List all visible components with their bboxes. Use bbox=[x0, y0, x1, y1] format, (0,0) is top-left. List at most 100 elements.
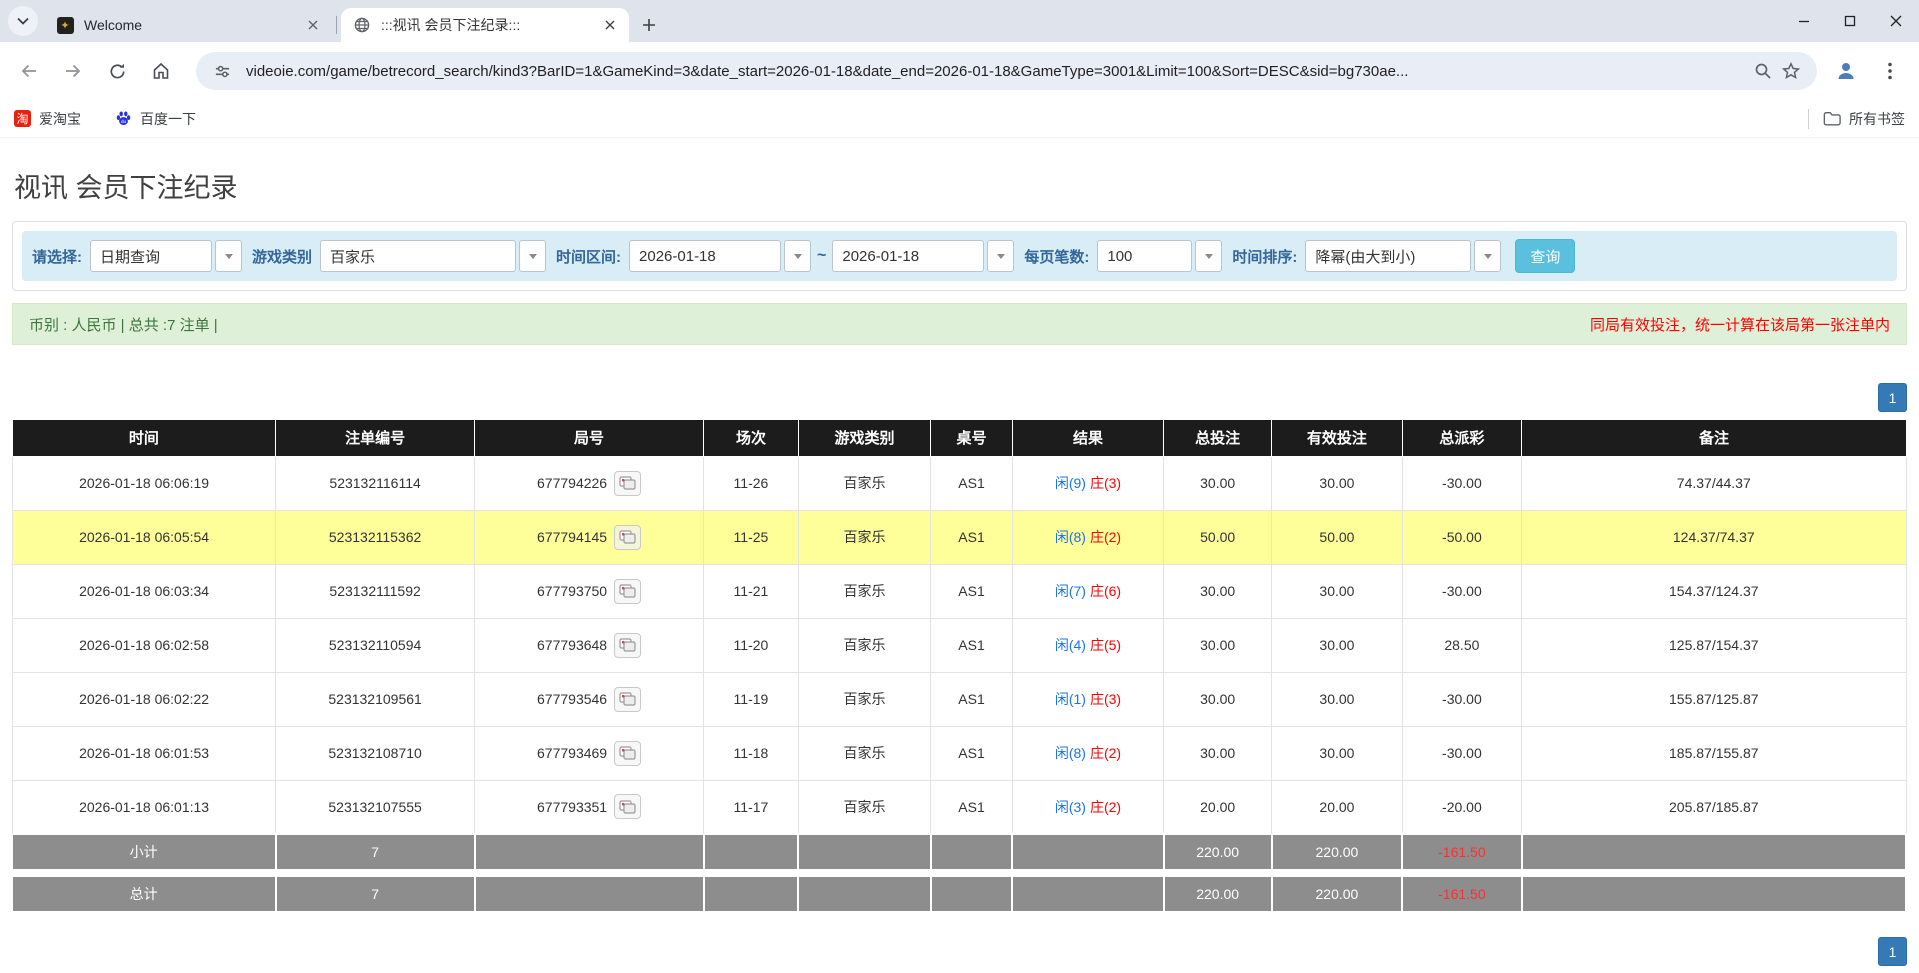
bookmark-baidu[interactable]: du 百度一下 bbox=[115, 109, 196, 129]
date-range-label: 时间区间: bbox=[556, 246, 621, 267]
reload-button[interactable] bbox=[98, 52, 136, 90]
combo-arrow-icon[interactable] bbox=[215, 240, 242, 272]
cell-valid-bet: 30.00 bbox=[1272, 618, 1403, 672]
footer-cell-6 bbox=[1012, 876, 1163, 911]
game-detail-button[interactable] bbox=[614, 741, 641, 766]
game-kind-value[interactable]: 百家乐 bbox=[320, 240, 516, 272]
page-1-button[interactable]: 1 bbox=[1878, 383, 1907, 412]
cell-bet-id: 523132115362 bbox=[276, 510, 475, 564]
plus-icon bbox=[642, 18, 656, 32]
arrow-left-icon bbox=[19, 61, 39, 81]
round-number-group: 677793351 bbox=[537, 794, 641, 819]
maximize-button[interactable] bbox=[1827, 0, 1873, 42]
page-1-button[interactable]: 1 bbox=[1878, 937, 1907, 966]
date-end-combo[interactable]: 2026-01-18 bbox=[832, 240, 1014, 272]
close-window-button[interactable] bbox=[1873, 0, 1919, 42]
cell-total-bet: 20.00 bbox=[1164, 780, 1272, 834]
combo-arrow-icon[interactable] bbox=[519, 240, 546, 272]
tab-close-icon[interactable] bbox=[304, 16, 322, 34]
query-type-value[interactable]: 日期查询 bbox=[90, 240, 212, 272]
date-start-value[interactable]: 2026-01-18 bbox=[629, 240, 781, 272]
bet-records-table: 时间注单编号局号场次游戏类别桌号结果总投注有效投注总派彩备注 2026-01-1… bbox=[12, 420, 1907, 911]
taobao-icon: 淘 bbox=[14, 110, 31, 127]
new-tab-button[interactable] bbox=[635, 11, 663, 39]
game-detail-button[interactable] bbox=[614, 633, 641, 658]
forward-button[interactable] bbox=[54, 52, 92, 90]
footer-cell-8: 220.00 bbox=[1272, 876, 1403, 911]
profile-avatar[interactable] bbox=[1827, 52, 1865, 90]
summary-notice-text: 同局有效投注，统一计算在该局第一张注单内 bbox=[1590, 314, 1890, 335]
round-number: 677793648 bbox=[537, 637, 607, 653]
page-size-combo[interactable]: 100 bbox=[1097, 240, 1222, 272]
bookmark-taobao[interactable]: 淘 爱淘宝 bbox=[14, 109, 81, 129]
crest-icon: ✦ bbox=[57, 17, 74, 34]
column-header-6: 结果 bbox=[1012, 420, 1163, 456]
sort-label: 时间排序: bbox=[1232, 246, 1297, 267]
combo-arrow-icon[interactable] bbox=[1474, 240, 1501, 272]
tab-welcome[interactable]: ✦ Welcome bbox=[44, 8, 332, 42]
tab-search-button[interactable] bbox=[8, 6, 38, 36]
cell-round: 677794145 bbox=[475, 510, 704, 564]
cell-result: 闲(8)庄(2) bbox=[1012, 726, 1163, 780]
cell-note: 205.87/185.87 bbox=[1522, 780, 1906, 834]
sort-value[interactable]: 降幂(由大到小) bbox=[1305, 240, 1471, 272]
summary-bar: 币别 : 人民币 | 总共 :7 注单 | 同局有效投注，统一计算在该局第一张注… bbox=[12, 303, 1907, 345]
cell-game-kind: 百家乐 bbox=[798, 618, 931, 672]
game-record-icon bbox=[619, 476, 636, 490]
sort-combo[interactable]: 降幂(由大到小) bbox=[1305, 240, 1501, 272]
cell-bet-id: 523132109561 bbox=[276, 672, 475, 726]
table-row: 2026-01-18 06:01:53523132108710677793469… bbox=[13, 726, 1907, 780]
game-record-icon bbox=[619, 746, 636, 760]
cell-note: 125.87/154.37 bbox=[1522, 618, 1906, 672]
combo-arrow-icon[interactable] bbox=[1195, 240, 1222, 272]
person-icon bbox=[1835, 60, 1857, 82]
game-record-icon bbox=[619, 530, 636, 544]
all-bookmarks[interactable]: 所有书签 bbox=[1808, 109, 1905, 129]
cell-session: 11-21 bbox=[704, 564, 799, 618]
menu-button[interactable] bbox=[1871, 52, 1909, 90]
cell-game-kind: 百家乐 bbox=[798, 726, 931, 780]
cell-bet-id: 523132110594 bbox=[276, 618, 475, 672]
cell-time: 2026-01-18 06:01:53 bbox=[13, 726, 276, 780]
cell-session: 11-18 bbox=[704, 726, 799, 780]
footer-cell-9: -161.50 bbox=[1402, 834, 1521, 869]
globe-icon bbox=[353, 16, 371, 34]
table-row: 2026-01-18 06:03:34523132111592677793750… bbox=[13, 564, 1907, 618]
footer-cell-7: 220.00 bbox=[1164, 876, 1272, 911]
back-button[interactable] bbox=[10, 52, 48, 90]
combo-arrow-icon[interactable] bbox=[784, 240, 811, 272]
date-end-value[interactable]: 2026-01-18 bbox=[832, 240, 984, 272]
column-header-0: 时间 bbox=[13, 420, 276, 456]
cell-session: 11-26 bbox=[704, 456, 799, 510]
date-start-combo[interactable]: 2026-01-18 bbox=[629, 240, 811, 272]
game-detail-button[interactable] bbox=[614, 579, 641, 604]
cell-session: 11-25 bbox=[704, 510, 799, 564]
footer-cell-3 bbox=[704, 876, 799, 911]
home-button[interactable] bbox=[142, 52, 180, 90]
combo-arrow-icon[interactable] bbox=[987, 240, 1014, 272]
cell-result: 闲(1)庄(3) bbox=[1012, 672, 1163, 726]
game-detail-button[interactable] bbox=[614, 687, 641, 712]
search-button[interactable]: 查询 bbox=[1515, 239, 1575, 273]
bookmark-label: 爱淘宝 bbox=[39, 109, 81, 129]
cell-note: 185.87/155.87 bbox=[1522, 726, 1906, 780]
tab-close-icon[interactable] bbox=[601, 16, 619, 34]
game-detail-button[interactable] bbox=[614, 794, 641, 819]
game-detail-button[interactable] bbox=[614, 525, 641, 550]
bookmark-star-icon[interactable] bbox=[1777, 57, 1805, 85]
column-header-2: 局号 bbox=[475, 420, 704, 456]
minimize-button[interactable] bbox=[1781, 0, 1827, 42]
url-text[interactable]: videoie.com/game/betrecord_search/kind3?… bbox=[246, 63, 1749, 80]
tab-betrecord[interactable]: :::视讯 会员下注纪录::: bbox=[341, 8, 629, 42]
page-size-value[interactable]: 100 bbox=[1097, 240, 1192, 272]
address-bar[interactable]: videoie.com/game/betrecord_search/kind3?… bbox=[196, 52, 1817, 90]
cell-valid-bet: 20.00 bbox=[1272, 780, 1403, 834]
game-kind-combo[interactable]: 百家乐 bbox=[320, 240, 546, 272]
query-type-combo[interactable]: 日期查询 bbox=[90, 240, 242, 272]
game-detail-button[interactable] bbox=[614, 471, 641, 496]
svg-text:du: du bbox=[121, 119, 127, 124]
cell-round: 677793648 bbox=[475, 618, 704, 672]
spacer-cell bbox=[13, 869, 1907, 876]
zoom-icon[interactable] bbox=[1749, 57, 1777, 85]
site-settings-icon[interactable] bbox=[208, 57, 236, 85]
